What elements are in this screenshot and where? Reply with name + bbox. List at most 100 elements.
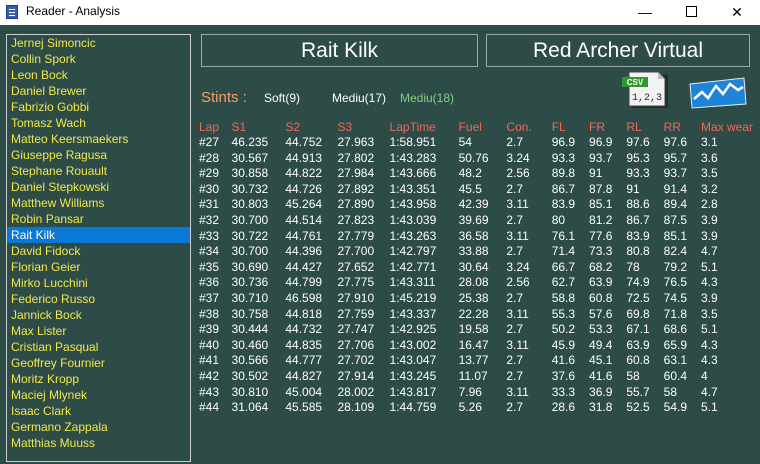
table-cell: 39.69 [458,212,489,227]
stint-1[interactable]: Soft(9) [264,91,300,105]
table-row[interactable]: #42 30.502 44.827 27.914 1:43.245 11.07 2.7 37.… [196,369,760,385]
driver-list-item[interactable]: Matthew Williams [7,195,190,211]
column-header[interactable]: S3 [334,120,386,135]
table-cell: 60.8 [589,290,613,305]
table-row[interactable]: #28 30.567 44.913 27.802 1:43.283 50.76 3.24 93… [196,151,760,167]
minimize-button[interactable]: — [622,0,668,25]
table-cell: #37 [199,290,220,305]
table-cell: 13.77 [458,353,489,368]
table-cell: 3.5 [700,166,718,181]
column-header[interactable]: LapTime [387,120,456,135]
column-header[interactable]: FL [549,120,586,135]
driver-list-item[interactable]: Isaac Clark [7,403,190,419]
driver-list-item[interactable]: Matthias Muuss [7,435,190,451]
column-header[interactable]: RR [661,120,698,135]
table-row[interactable]: #38 30.758 44.818 27.759 1:43.337 22.28 3.11 55… [196,307,760,323]
driver-list-item[interactable]: Fabrizio Gobbi [7,99,190,115]
stint-2[interactable]: Mediu(17) [332,91,386,105]
maximize-button[interactable] [668,0,714,25]
driver-list-item[interactable]: Federico Russo [7,291,190,307]
driver-list-item[interactable]: Germano Zappala [7,419,190,435]
table-cell: 50.76 [458,150,489,165]
column-header[interactable]: Con. [503,120,548,135]
table-cell: 54 [458,135,472,149]
table-cell: 22.28 [458,306,489,321]
table-cell: 95.3 [626,150,650,165]
table-row[interactable]: #44 31.064 45.585 28.109 1:44.759 5.26 2.7 28.6… [196,400,760,416]
driver-list-item[interactable]: Jernej Simoncic [7,35,190,51]
table-row[interactable]: #41 30.566 44.777 27.702 1:43.047 13.77 2.7 41.… [196,353,760,369]
table-cell: 4.7 [700,384,718,399]
column-header[interactable]: Lap [196,120,229,135]
table-cell: 74.9 [626,275,650,290]
table-row[interactable]: #43 30.810 45.004 28.002 1:43.817 7.96 3.11 33.… [196,385,760,401]
driver-list-item[interactable]: Mirko Lucchini [7,275,190,291]
table-cell: 1:43.817 [389,384,437,399]
driver-list-item[interactable]: Geoffrey Fournier [7,355,190,371]
table-cell: 45.5 [458,181,482,196]
table-row[interactable]: #39 30.444 44.732 27.747 1:42.925 19.58 2.7 50.… [196,322,760,338]
stint-3[interactable]: Mediu(18) [400,91,454,105]
table-cell: #39 [199,322,220,337]
driver-list-item[interactable]: Collin Spork [7,51,190,67]
table-cell: 44.822 [285,166,323,181]
driver-list-item[interactable]: Florian Geier [7,259,190,275]
column-header[interactable]: Fuel [456,120,504,135]
driver-list-item[interactable]: Jannick Bock [7,307,190,323]
table-cell: 1:43.666 [389,166,437,181]
driver-list-item[interactable]: Matteo Keersmaekers [7,131,190,147]
table-row[interactable]: #40 30.460 44.835 27.706 1:43.002 16.47 3.11 45… [196,338,760,354]
csv-export-icon[interactable]: CSV 1,2,3 [612,71,678,109]
close-button[interactable]: ✕ [714,0,760,25]
table-row[interactable]: #32 30.700 44.514 27.823 1:43.039 39.69 2.7 80 8… [196,213,760,229]
chart-icon[interactable] [686,72,748,110]
table-row[interactable]: #36 30.736 44.799 27.775 1:43.311 28.08 2.56 62… [196,275,760,291]
column-header[interactable]: RL [623,120,660,135]
table-cell: 54.9 [663,400,687,415]
table-cell: 30.722 [231,228,269,243]
table-cell: 36.58 [458,228,489,243]
table-cell: 28.08 [458,275,489,290]
table-cell: 77.6 [589,228,613,243]
driver-list-item[interactable]: Robin Pansar [7,211,190,227]
driver-list-item[interactable]: Leon Bock [7,67,190,83]
table-cell: #44 [199,400,220,415]
driver-list-item[interactable]: Stephane Rouault [7,163,190,179]
driver-list-item[interactable]: Moritz Kropp [7,371,190,387]
table-cell: 58 [626,368,640,383]
table-cell: 83.9 [626,228,650,243]
driver-list[interactable]: Jernej Simoncic Collin Spork Leon Bock Dani… [6,34,191,462]
driver-list-item[interactable]: Maciej Mlynek [7,387,190,403]
table-cell: 71.4 [551,244,576,259]
driver-list-item[interactable]: Cristian Pasqual [7,339,190,355]
table-row[interactable]: #29 30.858 44.822 27.984 1:43.666 48.2 2.56 89.… [196,166,760,182]
table-row[interactable]: #34 30.700 44.396 27.700 1:42.797 33.88 2.7 71.… [196,244,760,260]
table-cell: 76.5 [663,275,687,290]
driver-list-item[interactable]: Max Lister [7,323,190,339]
driver-list-item[interactable]: David Fidock [7,243,190,259]
table-cell: 28.109 [337,400,375,415]
table-row[interactable]: #37 30.710 46.598 27.910 1:45.219 25.38 2.7 58.… [196,291,760,307]
table-cell: 2.7 [506,322,523,337]
column-header[interactable]: S1 [229,120,283,135]
table-cell: 93.3 [551,150,576,165]
table-row[interactable]: #33 30.722 44.761 27.779 1:43.263 36.58 3.11 76… [196,229,760,245]
table-cell: 4.3 [700,353,718,368]
table-row[interactable]: #35 30.690 44.427 27.652 1:42.771 30.64 3.24 66… [196,260,760,276]
table-row[interactable]: #31 30.803 45.264 27.890 1:43.958 42.39 3.11 83… [196,197,760,213]
table-cell: 33.88 [458,244,489,259]
driver-list-item[interactable]: Rait Kilk [7,227,190,243]
column-header[interactable]: S2 [282,120,334,135]
column-header[interactable]: Max wear [698,120,760,135]
table-row[interactable]: #27 46.235 44.752 27.963 1:58.951 54 2.7 96.9 96… [196,135,760,151]
table-cell: 30.460 [231,337,269,352]
table-cell: 3.9 [700,290,718,305]
driver-list-item[interactable]: Daniel Brewer [7,83,190,99]
driver-list-item[interactable]: Daniel Stepkowski [7,179,190,195]
driver-list-item[interactable]: Giuseppe Ragusa [7,147,190,163]
column-header[interactable]: FR [586,120,623,135]
driver-list-item[interactable]: Tomasz Wach [7,115,190,131]
table-cell: 2.7 [506,353,523,368]
table-row[interactable]: #30 30.732 44.726 27.892 1:43.351 45.5 2.7 86.7… [196,182,760,198]
table-cell: 3.9 [700,212,718,227]
